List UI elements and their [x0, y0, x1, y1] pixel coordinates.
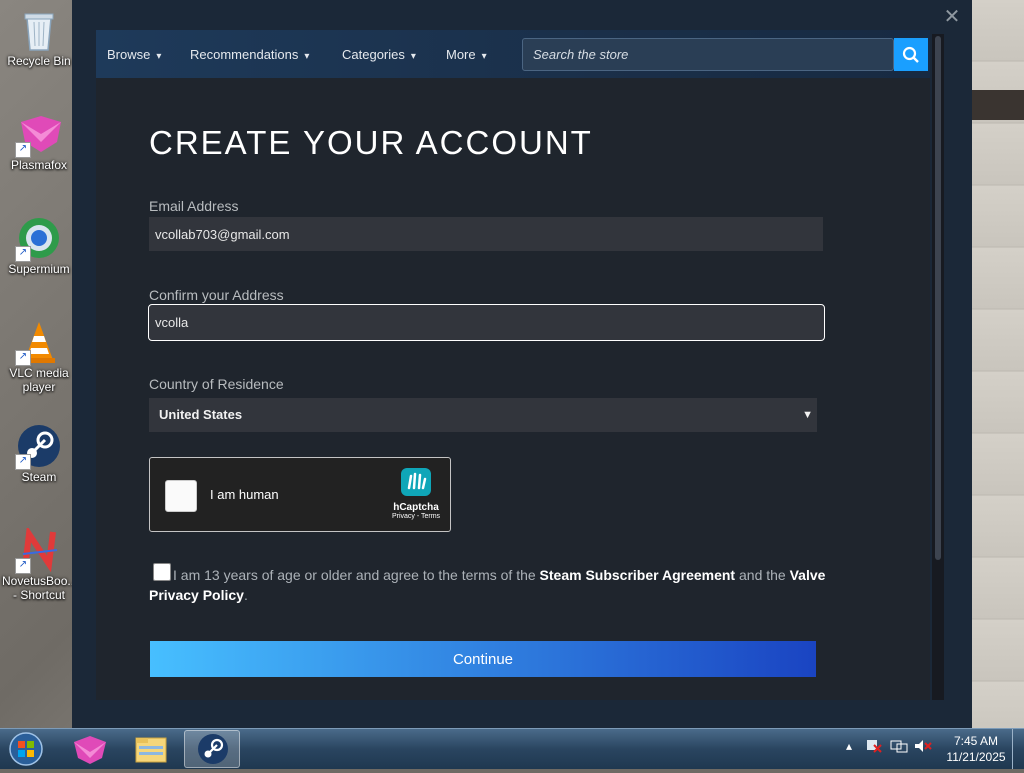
captcha-label: I am human	[210, 487, 279, 502]
store-nav-bar: Browse ▾ Recommendations ▾ Categories ▾ Mor…	[96, 30, 930, 78]
plasmafox-icon: ↗	[15, 112, 61, 158]
captcha-brand: hCaptcha	[393, 502, 439, 513]
country-selected-value: United States	[159, 407, 243, 422]
agreement-text: I am 13 years of age or older and agree …	[149, 565, 829, 605]
country-label: Country of Residence	[149, 376, 284, 392]
taskbar-steam[interactable]	[184, 730, 240, 768]
clock-time: 7:45 AM	[953, 734, 999, 748]
nav-label: More	[446, 47, 476, 62]
desktop-icon-vlc[interactable]: ↗ VLC media player	[2, 314, 76, 394]
confirm-email-field[interactable]	[148, 304, 825, 341]
desktop-icon-recycle-bin[interactable]: Recycle Bin	[2, 2, 76, 68]
chevron-down-icon: ▼	[802, 409, 813, 421]
novetus-icon: ↗	[15, 525, 61, 574]
nav-browse[interactable]: Browse ▾	[107, 30, 161, 78]
desktop-icon-label: NovetusBoo... - Shortcut	[2, 574, 78, 602]
clock-date: 11/21/2025	[946, 750, 1006, 764]
taskbar-file-explorer[interactable]	[123, 730, 179, 768]
folder-icon	[135, 737, 167, 763]
email-field[interactable]	[149, 217, 823, 251]
search-box	[522, 38, 894, 71]
confirm-email-label: Confirm your Address	[149, 287, 284, 303]
supermium-icon: ↗	[15, 216, 61, 262]
hcaptcha-hand-icon	[401, 468, 431, 496]
nav-categories[interactable]: Categories ▾	[342, 30, 416, 78]
show-hidden-icons-button[interactable]: ▴	[846, 739, 852, 753]
continue-button[interactable]: Continue	[150, 641, 816, 677]
start-button[interactable]	[6, 731, 46, 767]
desktop-wallpaper-edge	[972, 0, 1024, 728]
desktop-icon-label: VLC media player	[9, 366, 69, 394]
steam-icon	[198, 734, 228, 764]
nav-label: Browse	[107, 47, 151, 62]
plasmafox-icon	[74, 736, 106, 764]
vlc-icon: ↗	[15, 320, 61, 366]
country-select[interactable]: United States ▼	[149, 398, 817, 432]
search-button[interactable]	[894, 38, 928, 71]
desktop-icon-plasmafox[interactable]: ↗ Plasmafox	[2, 106, 76, 172]
search-input[interactable]	[523, 39, 893, 70]
desktop-icon-supermium[interactable]: ↗ Supermium	[2, 210, 76, 276]
close-icon[interactable]: ✕	[940, 4, 964, 28]
page-title: CREATE YOUR ACCOUNT	[149, 124, 593, 161]
action-center-icon[interactable]	[866, 739, 882, 756]
scrollbar[interactable]	[932, 34, 944, 700]
nav-recommendations[interactable]: Recommendations ▾	[190, 30, 309, 78]
desktop-icon-steam[interactable]: ↗ Steam	[2, 418, 76, 484]
chevron-down-icon: ▾	[304, 51, 310, 62]
desktop-icon-label: Recycle Bin	[7, 54, 71, 68]
desktop-icon-novetus[interactable]: ↗ NovetusBoo... - Shortcut	[2, 522, 78, 602]
chevron-down-icon: ▾	[410, 51, 416, 62]
hcaptcha-widget: I am human hCaptcha Privacy - Terms	[149, 457, 451, 532]
system-clock[interactable]: 7:45 AM 11/21/2025	[936, 733, 1016, 765]
search-icon	[902, 46, 919, 63]
steam-icon: ↗	[15, 424, 61, 470]
recycle-bin-icon	[17, 8, 61, 52]
nav-label: Categories	[342, 47, 405, 62]
nav-label: Recommendations	[190, 47, 299, 62]
taskbar-plasmafox[interactable]	[62, 730, 118, 768]
steam-window: ✕ Browse ▾ Recommendations ▾ Categories ▾ M…	[72, 0, 972, 728]
agreement-post: .	[243, 587, 248, 603]
email-label: Email Address	[149, 198, 239, 214]
windows-logo-icon	[9, 732, 43, 766]
agreement-mid: and the	[735, 567, 790, 583]
captcha-checkbox[interactable]	[165, 480, 197, 512]
network-icon[interactable]	[890, 739, 908, 756]
hcaptcha-logo: hCaptcha Privacy - Terms	[386, 466, 446, 520]
chevron-down-icon: ▾	[156, 51, 162, 62]
show-desktop-button[interactable]	[1012, 729, 1024, 769]
agreement-pre: I am 13 years of age or older and agree …	[173, 567, 540, 583]
captcha-links[interactable]: Privacy - Terms	[386, 513, 446, 520]
taskbar: ▴ 7:45 AM 11/21/2025	[0, 728, 1024, 769]
ssa-link[interactable]: Steam Subscriber Agreement	[540, 567, 736, 583]
nav-more[interactable]: More ▾	[446, 30, 487, 78]
scrollbar-thumb[interactable]	[935, 36, 941, 560]
desktop-icon-label: Steam	[21, 470, 57, 484]
create-account-panel: CREATE YOUR ACCOUNT Email Address Confir…	[96, 78, 930, 700]
desktop-icon-label: Plasmafox	[10, 158, 68, 172]
desktop-icon-label: Supermium	[8, 262, 70, 276]
age-agreement-checkbox[interactable]	[153, 563, 171, 581]
volume-muted-icon[interactable]	[914, 739, 932, 756]
chevron-down-icon: ▾	[481, 51, 487, 62]
